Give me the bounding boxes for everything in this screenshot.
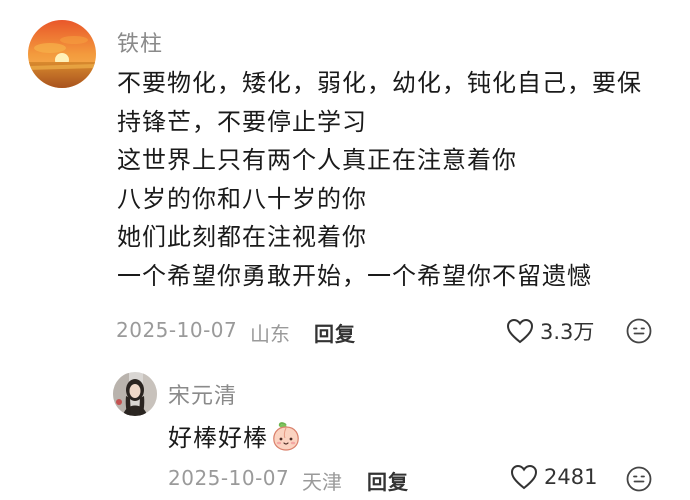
smiley-face-icon[interactable] xyxy=(626,466,652,492)
comment-location: 山东 xyxy=(250,322,290,346)
comment-line: 八岁的你和八十岁的你 xyxy=(117,184,367,213)
comment-body: 不要物化，矮化，弱化，幼化，钝化自己，要保 持锋芒，不要停止学习 这世界上只有两… xyxy=(117,64,677,295)
comment-like-button[interactable]: 3.3万 xyxy=(506,316,594,346)
heart-outline-icon xyxy=(510,464,538,490)
smiley-face-icon[interactable] xyxy=(626,318,652,344)
reply-author-name[interactable]: 宋元清 xyxy=(168,378,237,410)
reply-author-avatar[interactable] xyxy=(113,372,157,416)
comment-author-avatar[interactable] xyxy=(28,20,96,88)
reply-reply-button[interactable]: 回复 xyxy=(367,466,409,495)
comment-reply-button[interactable]: 回复 xyxy=(314,318,356,347)
reply-location: 天津 xyxy=(302,470,342,494)
comment-line: 不要物化，矮化，弱化，幼化，钝化自己，要保 xyxy=(117,69,642,97)
comment-like-count: 3.3万 xyxy=(540,320,595,344)
comment-line: 持锋芒，不要停止学习 xyxy=(117,107,367,136)
reply-like-button[interactable]: 2481 xyxy=(510,464,597,490)
comment-author-name[interactable]: 铁柱 xyxy=(117,26,163,58)
comment-line: 一个希望你勇敢开始，一个希望你不留遗憾 xyxy=(117,261,592,290)
heart-outline-icon xyxy=(506,318,534,344)
reply-date: 2025-10-07 xyxy=(168,466,290,490)
reply-text: 好棒好棒 xyxy=(168,424,268,452)
reply-like-count: 2481 xyxy=(544,465,598,489)
peach-emoji-icon xyxy=(273,421,299,451)
comment-line: 这世界上只有两个人真正在注意着你 xyxy=(117,146,517,174)
comment-date: 2025-10-07 xyxy=(116,318,238,342)
reply-body: 好棒好棒 xyxy=(168,418,302,453)
comment-line: 她们此刻都在注视着你 xyxy=(117,223,367,251)
